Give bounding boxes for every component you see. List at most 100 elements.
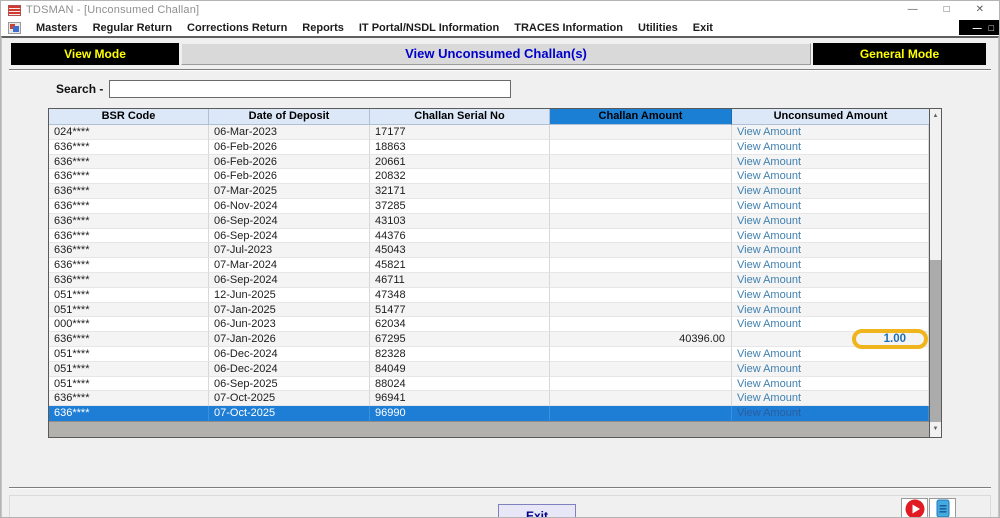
scrollbar-thumb[interactable] [930, 260, 941, 423]
cell-challan-serial-no: 62034 [370, 317, 550, 332]
column-header-challan-amount[interactable]: Challan Amount [550, 109, 732, 125]
view-amount-link[interactable]: View Amount [737, 392, 801, 404]
cell-unconsumed-amount: View Amount [732, 258, 929, 273]
menu-item-exit[interactable]: Exit [693, 22, 713, 34]
view-amount-link[interactable]: View Amount [737, 230, 801, 242]
view-amount-link[interactable]: View Amount [737, 215, 801, 227]
table-row[interactable]: 636****06-Sep-202444376View Amount [49, 229, 929, 244]
cell-challan-amount [550, 169, 732, 184]
table-row[interactable]: 636****06-Sep-202446711View Amount [49, 273, 929, 288]
search-input[interactable] [109, 80, 511, 98]
cell-challan-amount [550, 288, 732, 303]
cell-challan-amount [550, 273, 732, 288]
menu-item-regular-return[interactable]: Regular Return [93, 22, 172, 34]
cell-bsr-code: 051**** [49, 303, 209, 318]
view-amount-link[interactable]: View Amount [737, 363, 801, 375]
table-row[interactable]: 051****06-Sep-202588024View Amount [49, 377, 929, 392]
table-row[interactable]: 051****06-Dec-202482328View Amount [49, 347, 929, 362]
menu-item-traces[interactable]: TRACES Information [514, 22, 623, 34]
cell-challan-amount [550, 229, 732, 244]
vertical-scrollbar[interactable]: ▲ ▼ [929, 109, 941, 437]
unconsumed-amount-value: 1.00 [737, 332, 928, 346]
menu-item-it-portal-nsdl[interactable]: IT Portal/NSDL Information [359, 22, 499, 34]
column-header-date-of-deposit[interactable]: Date of Deposit [209, 109, 370, 125]
exit-button[interactable]: Exit [498, 504, 576, 518]
cell-challan-serial-no: 37285 [370, 199, 550, 214]
table-main: BSR Code Date of Deposit Challan Serial … [49, 109, 929, 437]
cell-challan-amount [550, 406, 732, 421]
table-row[interactable]: 051****06-Dec-202484049View Amount [49, 362, 929, 377]
window-title: TDSMAN - [Unconsumed Challan] [26, 4, 199, 16]
view-amount-link[interactable]: View Amount [737, 185, 801, 197]
view-amount-link[interactable]: View Amount [737, 318, 801, 330]
column-header-unconsumed-amount[interactable]: Unconsumed Amount [732, 109, 929, 125]
cell-date-of-deposit: 07-Jan-2025 [209, 303, 370, 318]
table-row[interactable]: 051****07-Jan-202551477 View Amount [49, 303, 929, 318]
cell-unconsumed-amount: View Amount [732, 273, 929, 288]
table-row[interactable]: 636****06-Feb-202620661View Amount [49, 155, 929, 170]
view-amount-link[interactable]: View Amount [737, 244, 801, 256]
cell-bsr-code: 636**** [49, 332, 209, 347]
view-amount-link[interactable]: View Amount [737, 304, 801, 316]
view-amount-link[interactable]: View Amount [737, 407, 801, 419]
cell-bsr-code: 636**** [49, 243, 209, 258]
table-row[interactable]: 636****07-Jul-202345043View Amount [49, 243, 929, 258]
table-row[interactable]: 636****07-Oct-202596941View Amount [49, 391, 929, 406]
view-amount-link[interactable]: View Amount [737, 200, 801, 212]
view-amount-link[interactable]: View Amount [737, 259, 801, 271]
minimize-icon[interactable]: — [908, 2, 918, 18]
menu-item-masters[interactable]: Masters [36, 22, 78, 34]
scroll-up-icon[interactable]: ▲ [930, 109, 941, 124]
table-row[interactable]: 636****06-Sep-202443103View Amount [49, 214, 929, 229]
view-amount-link[interactable]: View Amount [737, 378, 801, 390]
cell-bsr-code: 051**** [49, 377, 209, 392]
table-row[interactable]: 636****07-Jan-20266729540396.001.00 [49, 332, 929, 347]
table-row[interactable]: 636****06-Feb-202620832View Amount [49, 169, 929, 184]
cell-date-of-deposit: 06-Feb-2026 [209, 140, 370, 155]
table-row[interactable]: 000****06-Jun-202362034View Amount [49, 317, 929, 332]
cell-challan-serial-no: 43103 [370, 214, 550, 229]
column-header-bsr-code[interactable]: BSR Code [49, 109, 209, 125]
cell-date-of-deposit: 07-Mar-2024 [209, 258, 370, 273]
scroll-down-icon[interactable]: ▼ [930, 422, 941, 437]
menu-item-reports[interactable]: Reports [302, 22, 344, 34]
table-row[interactable]: 636****07-Mar-202445821View Amount [49, 258, 929, 273]
top-divider [9, 69, 991, 71]
view-amount-link[interactable]: View Amount [737, 170, 801, 182]
view-amount-link[interactable]: View Amount [737, 348, 801, 360]
table-row[interactable]: 636****07-Mar-202532171View Amount [49, 184, 929, 199]
table-row[interactable]: 636****06-Feb-202618863View Amount [49, 140, 929, 155]
cell-date-of-deposit: 06-Dec-2024 [209, 362, 370, 377]
table-row[interactable]: 636****06-Nov-202437285View Amount [49, 199, 929, 214]
cell-bsr-code: 636**** [49, 155, 209, 170]
view-amount-link[interactable]: View Amount [737, 289, 801, 301]
table-row[interactable]: 051****12-Jun-202547348View Amount [49, 288, 929, 303]
table-row[interactable]: 636****07-Oct-202596990View Amount [49, 406, 929, 421]
cell-challan-serial-no: 51477 [370, 303, 550, 318]
view-amount-link[interactable]: View Amount [737, 141, 801, 153]
mdi-restore-icon[interactable]: □ [989, 23, 994, 33]
video-help-button[interactable] [901, 498, 928, 518]
view-amount-link[interactable]: View Amount [737, 126, 801, 138]
menu-item-utilities[interactable]: Utilities [638, 22, 678, 34]
close-icon[interactable]: ✕ [976, 2, 984, 18]
view-mode-button[interactable]: View Mode [11, 43, 179, 65]
cell-bsr-code: 636**** [49, 391, 209, 406]
cell-date-of-deposit: 06-Sep-2025 [209, 377, 370, 392]
cell-bsr-code: 024**** [49, 125, 209, 140]
cell-bsr-code: 636**** [49, 140, 209, 155]
cell-challan-serial-no: 44376 [370, 229, 550, 244]
mdi-minimize-icon[interactable]: — [973, 23, 982, 33]
table-row[interactable]: 024****06-Mar-202317177View Amount [49, 125, 929, 140]
maximize-icon[interactable]: □ [944, 2, 950, 18]
cell-challan-amount [550, 140, 732, 155]
menu-item-corrections-return[interactable]: Corrections Return [187, 22, 287, 34]
notes-button[interactable] [929, 498, 956, 518]
view-amount-link[interactable]: View Amount [737, 274, 801, 286]
cell-date-of-deposit: 06-Nov-2024 [209, 199, 370, 214]
column-header-challan-serial-no[interactable]: Challan Serial No [370, 109, 550, 125]
view-amount-link[interactable]: View Amount [737, 156, 801, 168]
cell-challan-amount [550, 155, 732, 170]
general-mode-button[interactable]: General Mode [813, 43, 986, 65]
cell-unconsumed-amount: View Amount [732, 184, 929, 199]
